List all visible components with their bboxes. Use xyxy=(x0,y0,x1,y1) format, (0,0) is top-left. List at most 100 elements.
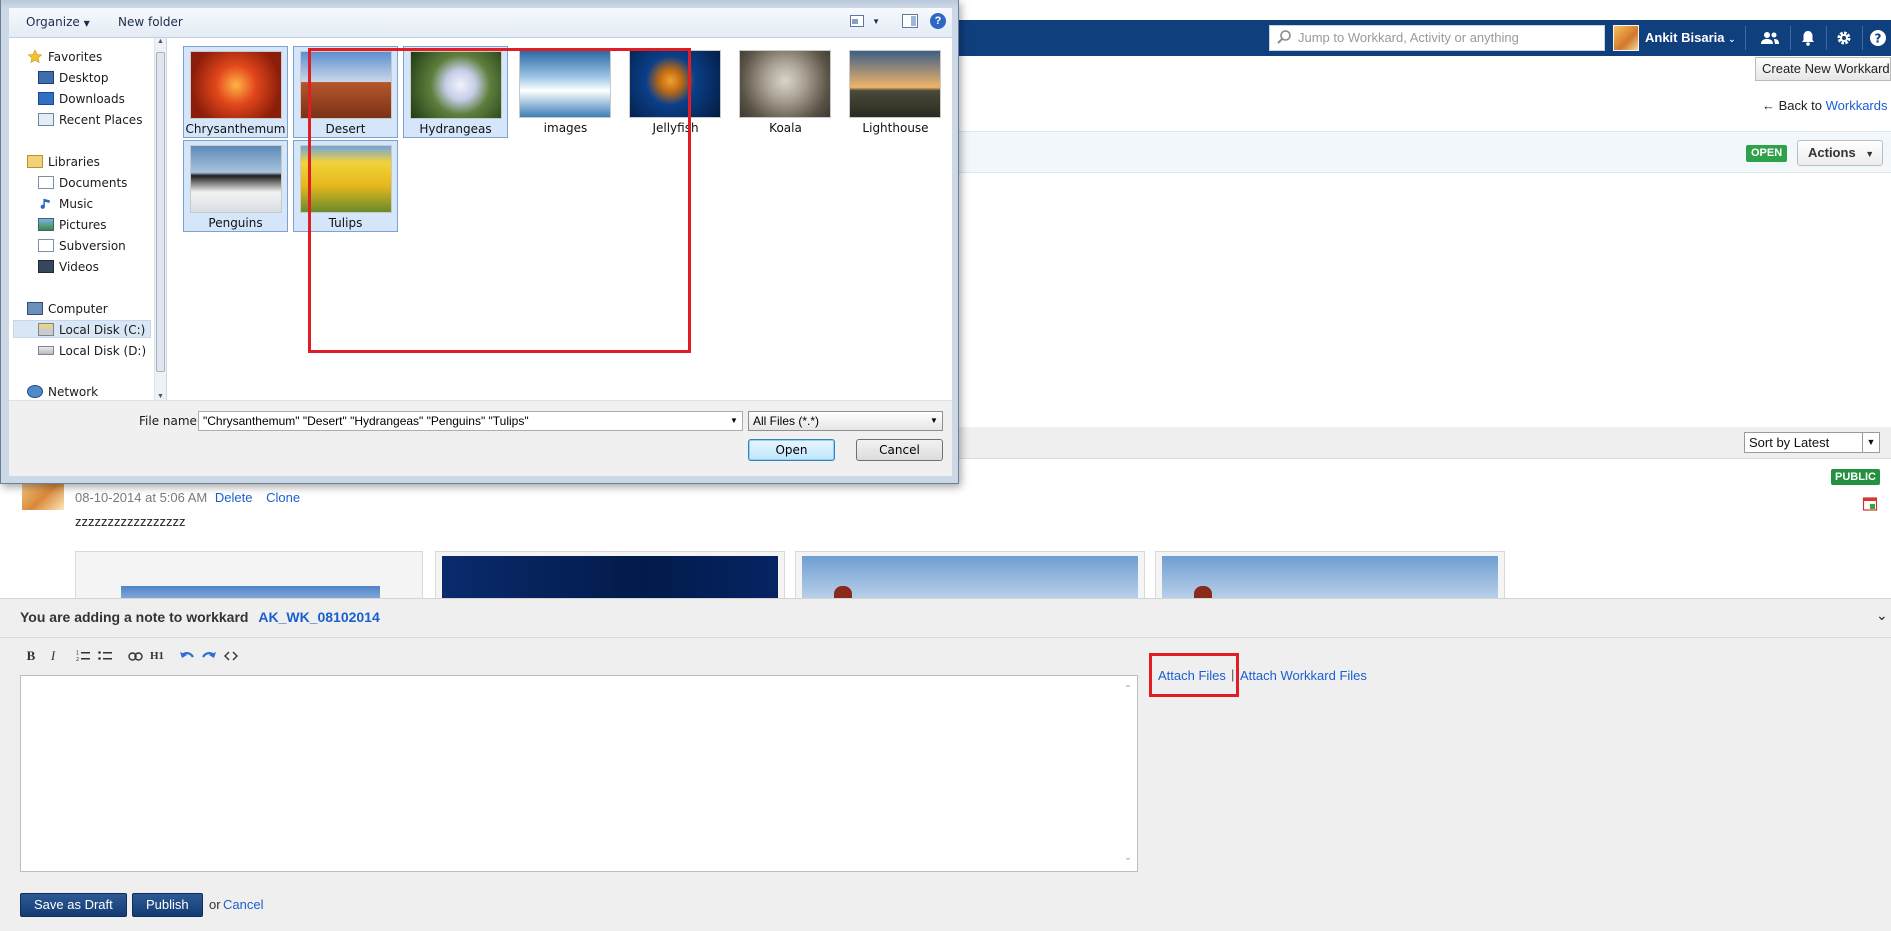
bell-icon[interactable] xyxy=(1791,23,1825,53)
nav-libraries[interactable]: Libraries xyxy=(27,153,100,171)
publish-button[interactable]: Publish xyxy=(132,893,203,917)
nav-network[interactable]: Network xyxy=(27,383,98,401)
view-icon xyxy=(850,15,865,27)
scroll-up-icon[interactable]: ▲ xyxy=(155,38,166,45)
workkard-id-link[interactable]: AK_WK_08102014 xyxy=(258,609,379,625)
nav-downloads[interactable]: Downloads xyxy=(38,90,125,108)
italic-button[interactable]: I xyxy=(42,646,64,666)
sort-select[interactable]: Sort by Latest ▼ xyxy=(1744,432,1880,453)
add-note-panel: You are adding a note to workkard AK_WK_… xyxy=(0,598,1891,931)
source-code-button[interactable] xyxy=(220,646,242,666)
ordered-list-icon: 12 xyxy=(76,651,90,662)
caret-down-icon: ▼ xyxy=(872,16,880,26)
ordered-list-button[interactable]: 12 xyxy=(72,646,94,666)
desktop-icon xyxy=(38,71,54,84)
link-button[interactable] xyxy=(124,646,146,666)
nav-music[interactable]: Music xyxy=(38,195,93,213)
attachment-thumbnail[interactable] xyxy=(75,551,423,599)
cancel-link[interactable]: Cancel xyxy=(223,897,263,912)
status-badge: OPEN xyxy=(1746,145,1788,162)
nav-label: Pictures xyxy=(59,218,107,232)
file-name: Lighthouse xyxy=(862,121,929,135)
scroll-down-icon[interactable]: ▼ xyxy=(155,393,166,400)
calendar-icon[interactable] xyxy=(1862,495,1878,511)
user-name: Ankit Bisaria xyxy=(1645,30,1725,45)
divider xyxy=(1745,26,1746,50)
help-icon[interactable]: ? xyxy=(930,13,946,29)
heading-button[interactable]: H1 xyxy=(146,646,168,666)
chevron-down-icon[interactable]: ▼ xyxy=(726,412,742,430)
file-item[interactable]: Koala xyxy=(733,46,838,138)
clone-link[interactable]: Clone xyxy=(266,490,300,505)
search-input[interactable]: Jump to Workkard, Activity or anything xyxy=(1269,25,1605,51)
note-panel-title: You are adding a note to workkard AK_WK_… xyxy=(20,609,380,625)
file-open-dialog: Organize ▼ New folder ▼ ? Favorites Desk… xyxy=(0,0,959,484)
attach-files-link[interactable]: Attach Files xyxy=(1158,668,1226,683)
caret-down-icon: ▼ xyxy=(1865,149,1875,159)
change-view-button[interactable]: ▼ xyxy=(850,15,880,27)
nav-documents[interactable]: Documents xyxy=(38,174,127,192)
bullet-list-icon xyxy=(98,651,112,660)
attach-workkard-files-link[interactable]: Attach Workkard Files xyxy=(1240,668,1367,683)
user-avatar[interactable] xyxy=(1613,25,1639,51)
note-editor-textarea[interactable]: ⌃ ⌄ xyxy=(20,675,1138,872)
nav-label: Libraries xyxy=(48,155,100,169)
nav-local-disk-c[interactable]: Local Disk (C:) xyxy=(13,320,151,338)
create-new-workkard-button[interactable]: Create New Workkard xyxy=(1755,57,1891,81)
nav-scrollbar[interactable]: ▲ ▼ xyxy=(154,38,166,400)
file-item[interactable]: Lighthouse xyxy=(843,46,948,138)
nav-computer[interactable]: Computer xyxy=(27,300,108,318)
collapse-chevron-icon[interactable]: ⌄ xyxy=(1876,607,1888,624)
recent-places-icon xyxy=(38,113,54,126)
dialog-cancel-button[interactable]: Cancel xyxy=(856,439,943,461)
file-item[interactable]: Chrysanthemum xyxy=(183,46,288,138)
nav-subversion[interactable]: Subversion xyxy=(38,237,126,255)
dialog-title-strip xyxy=(1,0,958,8)
redo-button[interactable] xyxy=(198,646,220,666)
help-icon[interactable]: ? xyxy=(1861,23,1891,53)
new-folder-button[interactable]: New folder xyxy=(118,15,183,29)
nav-desktop[interactable]: Desktop xyxy=(38,69,109,87)
organize-menu[interactable]: Organize ▼ xyxy=(26,15,90,29)
nav-local-disk-d[interactable]: Local Disk (D:) xyxy=(38,342,146,360)
image-thumbnail xyxy=(849,50,941,118)
or-text: or xyxy=(209,897,221,912)
actions-button[interactable]: Actions ▼ xyxy=(1797,140,1883,166)
nav-recent-places[interactable]: Recent Places xyxy=(38,111,142,129)
nav-videos[interactable]: Videos xyxy=(38,258,99,276)
editor-scrollbar[interactable]: ⌃ ⌄ xyxy=(1119,676,1137,871)
drive-icon xyxy=(38,323,54,336)
file-item[interactable]: Penguins xyxy=(183,140,288,232)
contacts-icon[interactable] xyxy=(1753,23,1787,53)
preview-pane-icon[interactable] xyxy=(902,14,918,28)
computer-icon xyxy=(27,302,43,315)
attachment-thumbnail[interactable] xyxy=(1155,551,1505,600)
bold-button[interactable]: B xyxy=(20,646,42,666)
attachment-thumbnail[interactable] xyxy=(435,551,785,599)
attachment-thumbnail[interactable] xyxy=(795,551,1145,600)
organize-label: Organize xyxy=(26,15,80,29)
user-menu[interactable]: Ankit Bisaria ⌄ xyxy=(1645,20,1736,56)
bullet-list-button[interactable] xyxy=(94,646,116,666)
nav-pictures[interactable]: Pictures xyxy=(38,216,107,234)
svg-text:?: ? xyxy=(1875,32,1882,46)
undo-button[interactable] xyxy=(176,646,198,666)
nav-label: Local Disk (D:) xyxy=(59,344,147,358)
code-icon xyxy=(224,651,238,661)
workkards-link[interactable]: Workkards xyxy=(1826,98,1888,113)
back-prefix: ← Back to xyxy=(1762,98,1822,113)
file-type-select[interactable]: All Files (*.*) ▼ xyxy=(748,411,943,431)
chevron-down-icon: ▼ xyxy=(1862,433,1879,452)
open-button[interactable]: Open xyxy=(748,439,835,461)
nav-label: Recent Places xyxy=(59,113,143,127)
nav-label: Network xyxy=(48,385,99,399)
nav-label: Computer xyxy=(48,302,108,316)
scroll-thumb[interactable] xyxy=(156,52,165,372)
visibility-badge: PUBLIC xyxy=(1831,469,1880,485)
gear-icon[interactable] xyxy=(1827,23,1861,53)
selection-highlight xyxy=(308,48,691,353)
file-name-input[interactable]: "Chrysanthemum" "Desert" "Hydrangeas" "P… xyxy=(198,411,743,431)
save-as-draft-button[interactable]: Save as Draft xyxy=(20,893,127,917)
delete-link[interactable]: Delete xyxy=(215,490,253,505)
nav-favorites[interactable]: Favorites xyxy=(27,48,102,66)
